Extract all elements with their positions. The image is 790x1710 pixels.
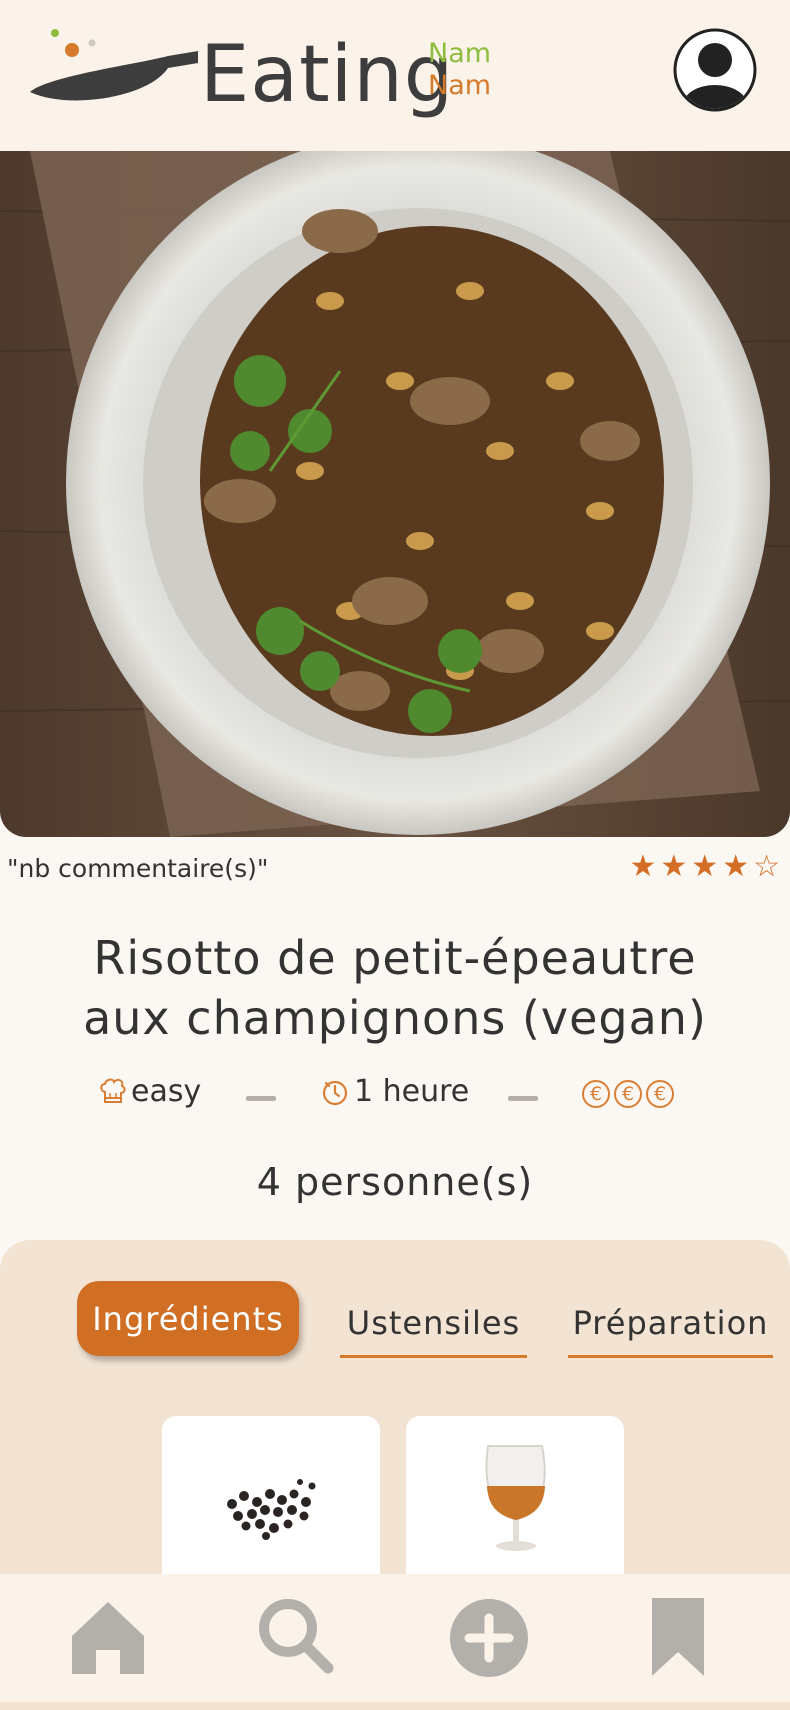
recipe-meta-row: "nb commentaire(s)" ★ ★ ★ ★ ☆ <box>0 850 790 890</box>
tab-preparation[interactable]: Préparation <box>568 1291 773 1358</box>
logo-nam-top: Nam <box>428 38 492 69</box>
app-header: Eating Nam Nam <box>0 0 790 151</box>
comments-count-link[interactable]: "nb commentaire(s)" <box>7 854 268 883</box>
star-filled-icon: ★ <box>629 849 657 884</box>
duration-info: 1 heure <box>320 1074 469 1109</box>
servings-count: 4 personne(s) <box>256 1160 534 1204</box>
euro-icon: € <box>614 1080 642 1108</box>
tab-ustensiles[interactable]: Ustensiles <box>340 1291 527 1358</box>
separator-dash <box>246 1096 276 1101</box>
star-filled-icon: ★ <box>691 849 719 884</box>
recipe-info-row: easy 1 heure € € € <box>0 1074 790 1124</box>
recipe-title: Risotto de petit-épeautre aux champignon… <box>20 928 770 1048</box>
euro-icon: € <box>646 1080 674 1108</box>
timer-icon <box>322 1080 348 1105</box>
recipe-title-line1: Risotto de petit-épeautre <box>93 931 697 985</box>
user-avatar-icon[interactable] <box>672 27 758 113</box>
chef-hat-icon <box>100 1078 126 1103</box>
bottom-navigation <box>0 1574 790 1702</box>
recipe-title-line2: aux champignons (vegan) <box>83 991 707 1045</box>
difficulty-info: easy <box>97 1074 201 1109</box>
separator-dash <box>508 1096 538 1101</box>
bookmark-icon[interactable] <box>650 1596 706 1678</box>
difficulty-label: easy <box>131 1074 202 1109</box>
home-icon[interactable] <box>68 1596 148 1678</box>
logo-nam-bottom: Nam <box>428 70 492 101</box>
star-filled-icon: ★ <box>660 849 688 884</box>
logo-word: Eating <box>200 30 455 120</box>
star-empty-icon: ☆ <box>753 849 780 884</box>
tab-ingredients[interactable]: Ingrédients <box>77 1281 299 1356</box>
euro-icon: € <box>582 1080 610 1108</box>
star-filled-icon: ★ <box>722 849 750 884</box>
price-level: € € € <box>582 1080 674 1108</box>
add-icon[interactable] <box>448 1596 530 1678</box>
duration-label: 1 heure <box>354 1074 470 1109</box>
pan-logo-icon <box>30 29 198 101</box>
eating-nam-nam-logo[interactable]: Eating Nam Nam <box>28 28 492 120</box>
recipe-photo <box>0 151 790 837</box>
search-icon[interactable] <box>254 1596 336 1678</box>
rating-stars: ★ ★ ★ ★ ☆ <box>629 852 780 882</box>
